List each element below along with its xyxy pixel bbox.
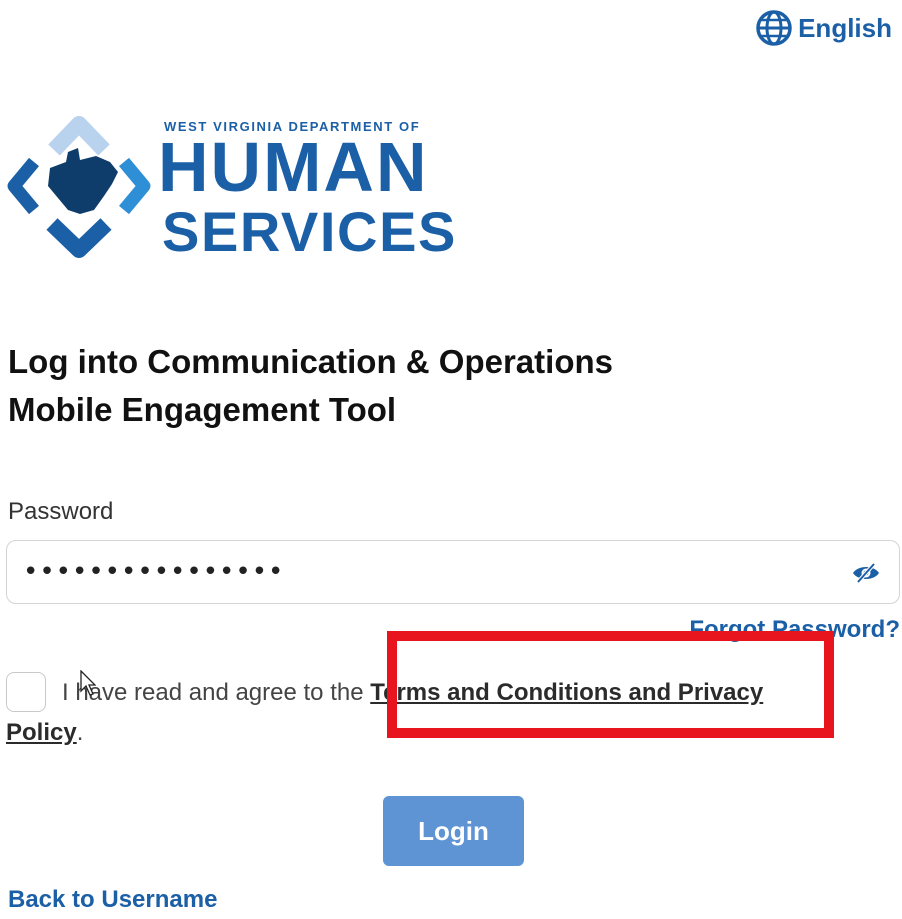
page-title: Log into Communication & Operations Mobi… — [8, 338, 768, 434]
language-selector[interactable]: English — [754, 8, 892, 48]
password-label: Password — [8, 498, 114, 525]
forgot-password-link[interactable]: Forgot Password? — [689, 616, 900, 644]
login-button[interactable]: Login — [383, 796, 524, 866]
mouse-cursor-icon — [80, 670, 96, 696]
page-title-line1: Log into Communication & Operations — [8, 343, 613, 380]
terms-agreement-text: I have read and agree to the Terms and C… — [6, 673, 836, 753]
agree-suffix: . — [76, 719, 84, 746]
logo-emblem-icon — [7, 116, 151, 258]
password-field — [6, 540, 900, 604]
agree-prefix: I have read and agree to the — [62, 679, 364, 706]
logo-text-line3: SERVICES — [162, 200, 457, 263]
globe-icon — [756, 10, 792, 46]
password-input[interactable] — [23, 549, 823, 595]
eye-slash-icon[interactable] — [851, 561, 881, 585]
logo-text-line2: HUMAN — [158, 128, 429, 206]
back-to-username-link[interactable]: Back to Username — [8, 886, 217, 914]
agency-logo: WEST VIRGINIA DEPARTMENT OF HUMAN SERVIC… — [6, 110, 466, 260]
language-label: English — [798, 12, 892, 43]
page-title-line2: Mobile Engagement Tool — [8, 391, 397, 428]
